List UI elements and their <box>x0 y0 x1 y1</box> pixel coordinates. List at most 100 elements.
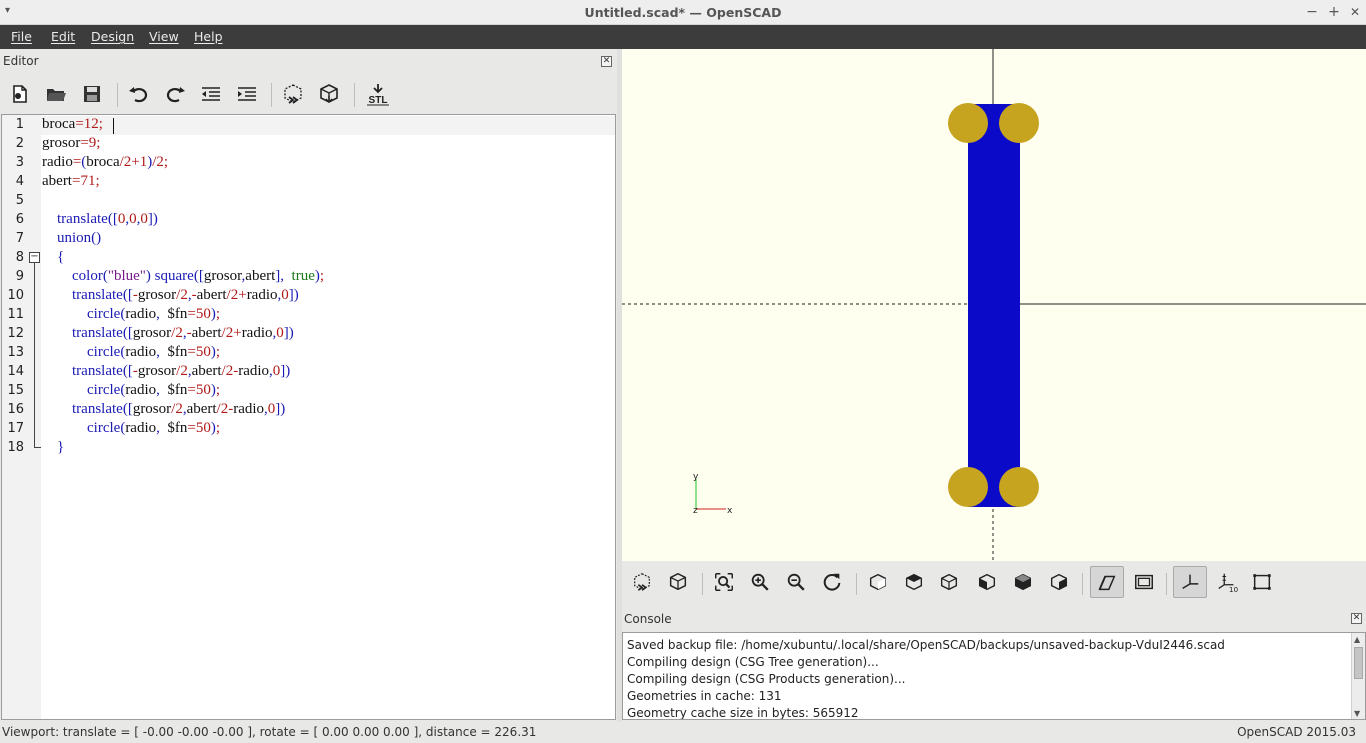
perspective-icon[interactable] <box>1090 566 1124 598</box>
code-line[interactable]: translate([-grosor/2,abert/2-radio,0]) <box>42 363 290 380</box>
code-line[interactable]: } <box>42 439 64 456</box>
zoom-out-icon[interactable] <box>783 569 809 595</box>
line-number: 15 <box>7 383 24 398</box>
reset-view-icon[interactable] <box>819 569 845 595</box>
code-editor[interactable]: 1 2 3 4 5 6 7 8 9 10 11 12 13 14 15 16 17 18 broca=12; gro… <box>1 114 616 720</box>
render-icon[interactable] <box>665 569 691 595</box>
line-number: 4 <box>15 174 24 189</box>
scrollbar-thumb[interactable] <box>1354 647 1363 679</box>
undo-icon[interactable] <box>127 82 151 106</box>
render-icon[interactable] <box>317 82 341 106</box>
menu-design[interactable]: Design <box>91 29 134 44</box>
code-line[interactable]: abert=71; <box>42 173 100 190</box>
save-icon[interactable] <box>80 82 104 106</box>
blue-square <box>968 104 1020 507</box>
viewport-canvas: y x z <box>622 49 1366 561</box>
code-line[interactable]: circle(radio, $fn=50); <box>42 420 220 437</box>
code-line[interactable]: translate([0,0,0]) <box>42 211 158 228</box>
view-top-icon[interactable] <box>901 569 927 595</box>
editor-close-button[interactable]: ✕ <box>601 56 612 67</box>
line-number: 8 <box>15 250 24 265</box>
console-output[interactable]: Saved backup file: /home/xubuntu/.local/… <box>622 632 1366 720</box>
toolbar-separator <box>271 83 272 107</box>
code-line[interactable]: translate([-grosor/2,-abert/2+radio,0]) <box>42 287 299 304</box>
status-bar: Viewport: translate = [ -0.00 -0.00 -0.0… <box>0 722 1366 743</box>
version-label: OpenSCAD 2015.03 <box>1237 725 1356 739</box>
view-front-icon[interactable] <box>1010 569 1036 595</box>
scroll-down-icon[interactable]: ▼ <box>1354 709 1360 718</box>
code-line[interactable]: color("blue") square([grosor,abert], tru… <box>42 268 324 285</box>
line-number: 14 <box>7 364 24 379</box>
menu-file[interactable]: File <box>11 29 32 44</box>
code-line[interactable]: translate([grosor/2,abert/2-radio,0]) <box>42 401 285 418</box>
line-number: 10 <box>7 288 24 303</box>
code-line[interactable]: translate([grosor/2,-abert/2+radio,0]) <box>42 325 294 342</box>
line-number: 2 <box>15 136 24 151</box>
scroll-up-icon[interactable]: ▲ <box>1354 635 1360 644</box>
code-line[interactable]: circle(radio, $fn=50); <box>42 382 220 399</box>
view-bottom-icon[interactable] <box>936 569 962 595</box>
toolbar-separator <box>117 83 118 107</box>
editor-header: Editor ✕ <box>0 49 620 73</box>
editor-title: Editor <box>3 54 39 68</box>
console-line: Compiling design (CSG Products generatio… <box>627 672 906 686</box>
text-caret <box>113 118 114 134</box>
circle-bottom-left <box>948 467 988 507</box>
console-close-button[interactable]: ✕ <box>1351 613 1362 624</box>
show-edges-icon[interactable] <box>1249 569 1275 595</box>
unindent-icon[interactable] <box>199 82 223 106</box>
fold-end <box>34 447 41 448</box>
view-left-icon[interactable] <box>974 569 1000 595</box>
code-line[interactable]: broca=12; <box>42 116 103 133</box>
circle-bottom-right <box>999 467 1039 507</box>
toolbar-separator <box>702 573 703 595</box>
toolbar-separator <box>354 83 355 107</box>
open-file-icon[interactable] <box>44 82 68 106</box>
code-line[interactable]: circle(radio, $fn=50); <box>42 344 220 361</box>
preview-icon[interactable] <box>629 569 655 595</box>
menu-help[interactable]: Help <box>194 29 223 44</box>
console-title: Console <box>624 612 672 626</box>
line-number: 5 <box>15 193 24 208</box>
close-window-button[interactable]: ✕ <box>1347 3 1363 21</box>
line-number: 9 <box>15 269 24 284</box>
editor-toolbar: STL <box>0 73 620 115</box>
axis-gizmo-x-label: x <box>727 506 733 516</box>
menu-view[interactable]: View <box>149 29 179 44</box>
toolbar-separator <box>1082 573 1083 595</box>
show-scale-markers-icon[interactable]: 10 <box>1214 569 1240 595</box>
new-file-icon[interactable] <box>8 82 32 106</box>
circle-top-left <box>948 103 988 143</box>
view-all-icon[interactable] <box>711 569 737 595</box>
console-scrollbar[interactable]: ▲ ▼ <box>1351 633 1365 719</box>
console-line: Geometry cache size in bytes: 565912 <box>627 706 859 720</box>
svg-text:10: 10 <box>1229 585 1238 593</box>
title-bar: ▾ Untitled.scad* — OpenSCAD − + ✕ <box>0 0 1366 25</box>
zoom-in-icon[interactable] <box>747 569 773 595</box>
show-axes-icon[interactable] <box>1173 566 1207 598</box>
code-line[interactable]: circle(radio, $fn=50); <box>42 306 220 323</box>
preview-icon[interactable] <box>281 82 305 106</box>
view-toolbar: 10 <box>622 561 1366 605</box>
fold-line <box>34 263 35 447</box>
orthogonal-icon[interactable] <box>1131 569 1157 595</box>
minimize-button[interactable]: − <box>1304 3 1320 21</box>
code-line[interactable]: grosor=9; <box>42 135 100 152</box>
line-number: 1 <box>15 117 24 132</box>
code-line[interactable]: radio=(broca/2+1)/2; <box>42 154 168 171</box>
maximize-button[interactable]: + <box>1326 3 1342 21</box>
view-back-icon[interactable] <box>1046 569 1072 595</box>
view-right-icon[interactable] <box>865 569 891 595</box>
code-line[interactable]: union() <box>42 230 101 247</box>
3d-viewport[interactable]: y x z <box>622 49 1366 561</box>
indent-icon[interactable] <box>235 82 259 106</box>
line-number: 12 <box>7 326 24 341</box>
line-number: 18 <box>7 440 24 455</box>
console-line: Compiling design (CSG Tree generation)..… <box>627 655 879 669</box>
fold-marker-icon[interactable]: − <box>29 252 40 263</box>
line-number: 13 <box>7 345 24 360</box>
export-stl-icon[interactable]: STL <box>365 82 391 106</box>
menu-edit[interactable]: Edit <box>51 29 75 44</box>
redo-icon[interactable] <box>163 82 187 106</box>
code-line[interactable]: { <box>42 249 64 266</box>
